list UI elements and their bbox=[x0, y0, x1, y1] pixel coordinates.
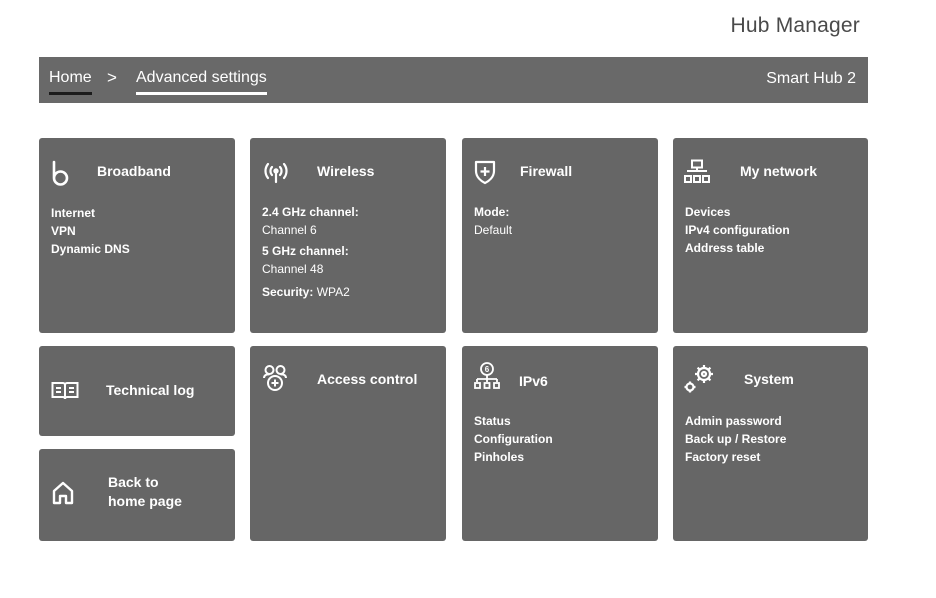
breadcrumb-home[interactable]: Home bbox=[49, 69, 92, 95]
security-value: WPA2 bbox=[316, 285, 350, 299]
tile-access-control[interactable]: Access control bbox=[250, 346, 446, 541]
tile-broadband[interactable]: Broadband Internet VPN Dynamic DNS bbox=[39, 138, 235, 333]
channel-5-value: Channel 48 bbox=[262, 262, 324, 276]
tile-firewall[interactable]: Firewall Mode: Default bbox=[462, 138, 658, 333]
tile-title: Firewall bbox=[520, 163, 573, 179]
link-status[interactable]: Status bbox=[474, 412, 553, 430]
broadband-icon bbox=[51, 160, 71, 186]
tile-title: Wireless bbox=[317, 163, 375, 179]
tile-system[interactable]: System Admin password Back up / Restore … bbox=[673, 346, 868, 541]
app-title: Hub Manager bbox=[730, 14, 860, 37]
channel-5-label: 5 GHz channel: bbox=[262, 244, 349, 258]
tile-title-line2: home page bbox=[108, 493, 182, 509]
tile-technical-log[interactable]: Technical log bbox=[39, 346, 235, 436]
breadcrumb-separator: > bbox=[107, 68, 117, 87]
link-vpn[interactable]: VPN bbox=[51, 222, 130, 240]
book-icon bbox=[51, 381, 79, 401]
gears-icon bbox=[683, 362, 717, 394]
tile-title: Technical log bbox=[106, 382, 195, 398]
link-configuration[interactable]: Configuration bbox=[474, 430, 553, 448]
svg-text:6: 6 bbox=[485, 365, 490, 374]
link-admin-password[interactable]: Admin password bbox=[685, 412, 786, 430]
tile-title: IPv6 bbox=[519, 373, 548, 389]
firewall-mode-label: Mode: bbox=[474, 205, 510, 219]
tile-my-network[interactable]: My network Devices IPv4 configuration Ad… bbox=[673, 138, 868, 333]
ipv6-network-icon: 6 bbox=[474, 362, 500, 392]
tile-title-line1: Back to bbox=[108, 474, 159, 490]
breadcrumb-advanced-settings[interactable]: Advanced settings bbox=[136, 69, 267, 95]
link-devices[interactable]: Devices bbox=[685, 203, 790, 221]
channel-24-value: Channel 6 bbox=[262, 223, 317, 237]
link-factory-reset[interactable]: Factory reset bbox=[685, 448, 786, 466]
network-icon bbox=[684, 159, 710, 185]
tile-title: System bbox=[744, 371, 794, 387]
tile-back-to-home[interactable]: Back to home page bbox=[39, 449, 235, 541]
tile-title: Broadband bbox=[97, 163, 171, 179]
link-internet[interactable]: Internet bbox=[51, 204, 130, 222]
device-name: Smart Hub 2 bbox=[766, 70, 856, 87]
shield-icon bbox=[474, 159, 496, 185]
security-label: Security: bbox=[262, 285, 314, 299]
link-ipv4-configuration[interactable]: IPv4 configuration bbox=[685, 221, 790, 239]
home-icon bbox=[52, 481, 74, 505]
link-backup-restore[interactable]: Back up / Restore bbox=[685, 430, 786, 448]
tile-title: Access control bbox=[317, 371, 418, 387]
tile-wireless[interactable]: Wireless 2.4 GHz channel: Channel 6 5 GH… bbox=[250, 138, 446, 333]
link-pinholes[interactable]: Pinholes bbox=[474, 448, 553, 466]
tile-ipv6[interactable]: 6 IPv6 Status Configuration Pinholes bbox=[462, 346, 658, 541]
link-dynamic-dns[interactable]: Dynamic DNS bbox=[51, 240, 130, 258]
channel-24-label: 2.4 GHz channel: bbox=[262, 205, 359, 219]
firewall-mode-value: Default bbox=[474, 223, 513, 237]
access-control-icon bbox=[262, 364, 288, 392]
breadcrumb-bar: Home > Advanced settings Smart Hub 2 bbox=[39, 57, 868, 103]
wireless-icon bbox=[261, 160, 291, 184]
tile-title: My network bbox=[740, 163, 818, 179]
link-address-table[interactable]: Address table bbox=[685, 239, 790, 257]
